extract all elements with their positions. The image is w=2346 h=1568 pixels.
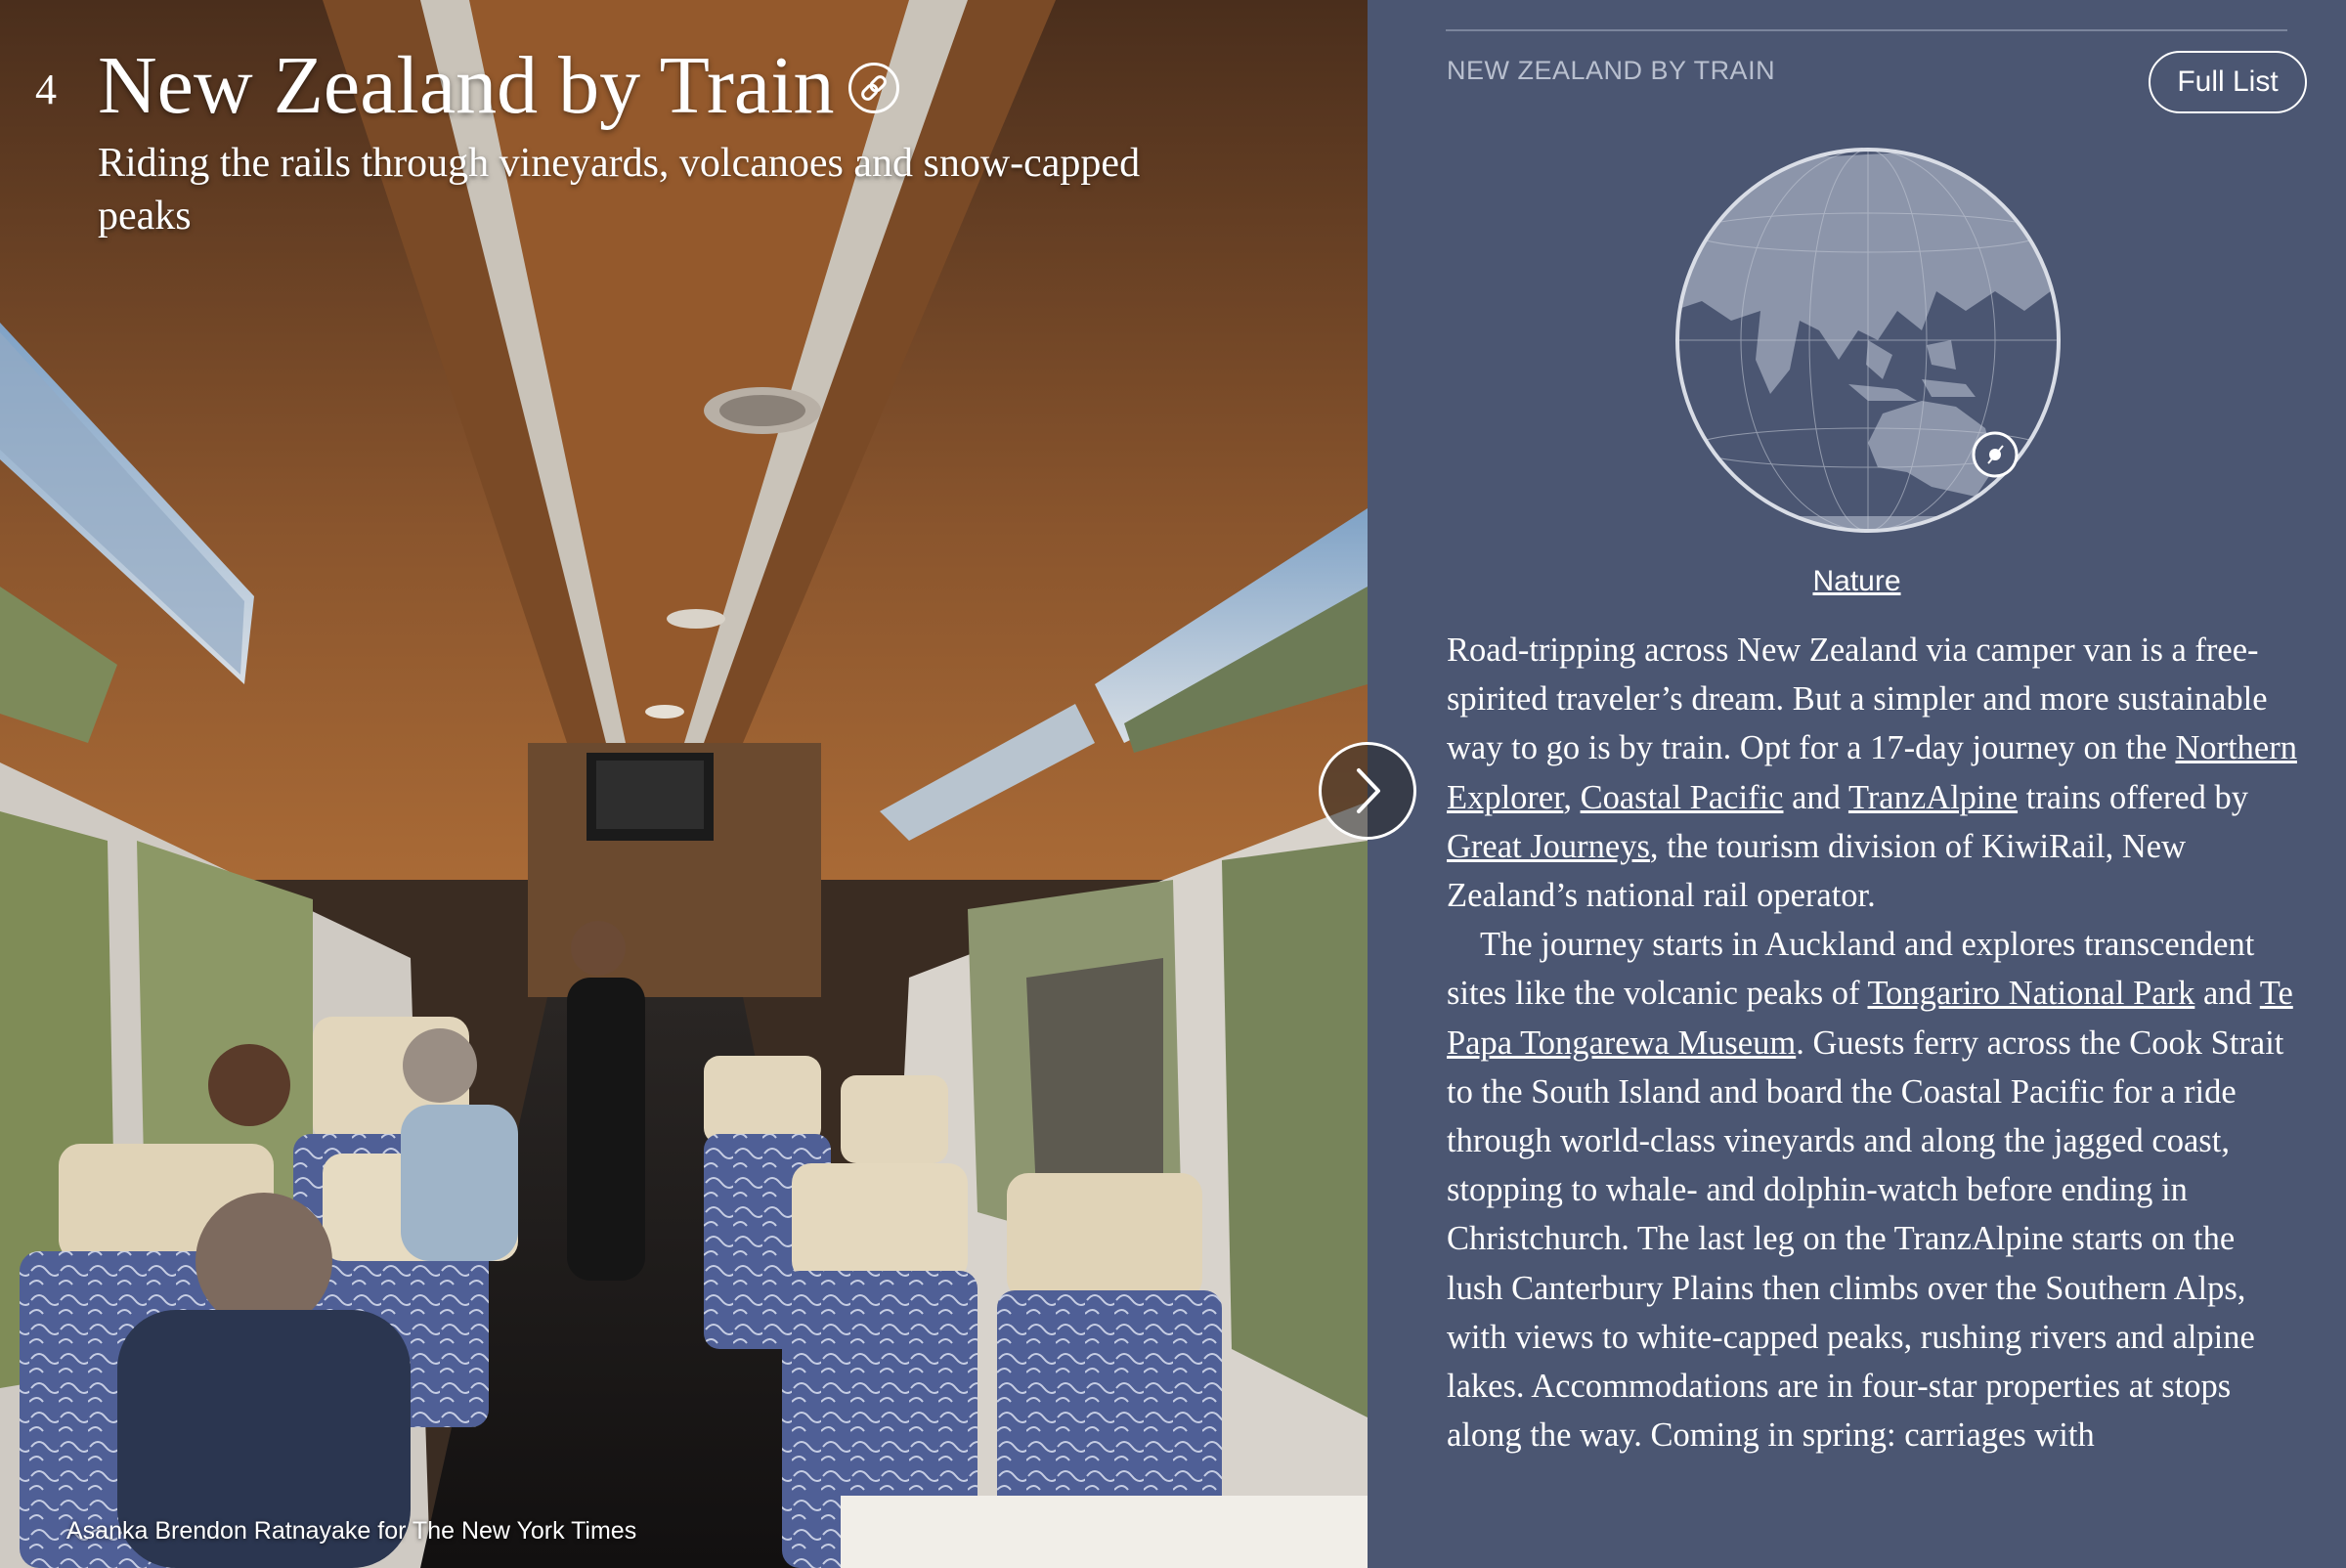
section-label: NEW ZEALAND BY TRAIN <box>1447 56 1776 85</box>
paragraph-text: . Guests ferry across the Cook Strait to… <box>1447 1024 2284 1455</box>
link-coastal-pacific[interactable]: Coastal Pacific <box>1581 779 1784 816</box>
chevron-right-icon <box>1357 768 1380 813</box>
article-body: Road-tripping across New Zealand via cam… <box>1447 626 2297 1459</box>
paragraph-text: Road-tripping across New Zealand via cam… <box>1447 632 2268 767</box>
globe-locator-map <box>1675 148 2061 533</box>
divider <box>1446 29 2287 31</box>
link-tranzalpine[interactable]: TranzAlpine <box>1848 779 2018 816</box>
next-button[interactable] <box>1319 742 1416 840</box>
full-list-button[interactable]: Full List <box>2149 51 2307 113</box>
info-panel: NEW ZEALAND BY TRAIN Full List Nature Ro… <box>1368 0 2346 1568</box>
paragraph-text: trains offered by <box>2018 778 2249 816</box>
article-paragraph-1: Road-tripping across New Zealand via cam… <box>1447 626 2297 920</box>
page-title-text: New Zealand by Train <box>98 40 835 131</box>
paragraph-text: and <box>1783 778 1848 816</box>
link-tongariro-national-park[interactable]: Tongariro National Park <box>1868 975 2195 1012</box>
category-nature-link[interactable]: Nature <box>1812 565 1900 597</box>
link-icon[interactable] <box>847 62 899 113</box>
article-paragraph-2: The journey starts in Auckland and explo… <box>1447 920 2297 1459</box>
page-title: New Zealand by Train <box>98 39 899 133</box>
paragraph-text: , <box>1563 778 1581 816</box>
hero-photo: 4 New Zealand by Train Riding the rails … <box>0 0 1368 1568</box>
photo-credit: Asanka Brendon Ratnayake for The New Yor… <box>66 1517 637 1545</box>
link-great-journeys[interactable]: Great Journeys <box>1447 828 1650 865</box>
item-subtitle: Riding the rails through vineyards, volc… <box>98 141 1141 239</box>
category-link: Nature <box>1368 565 2346 598</box>
paragraph-text: and <box>2194 975 2260 1013</box>
item-number: 4 <box>35 65 57 113</box>
